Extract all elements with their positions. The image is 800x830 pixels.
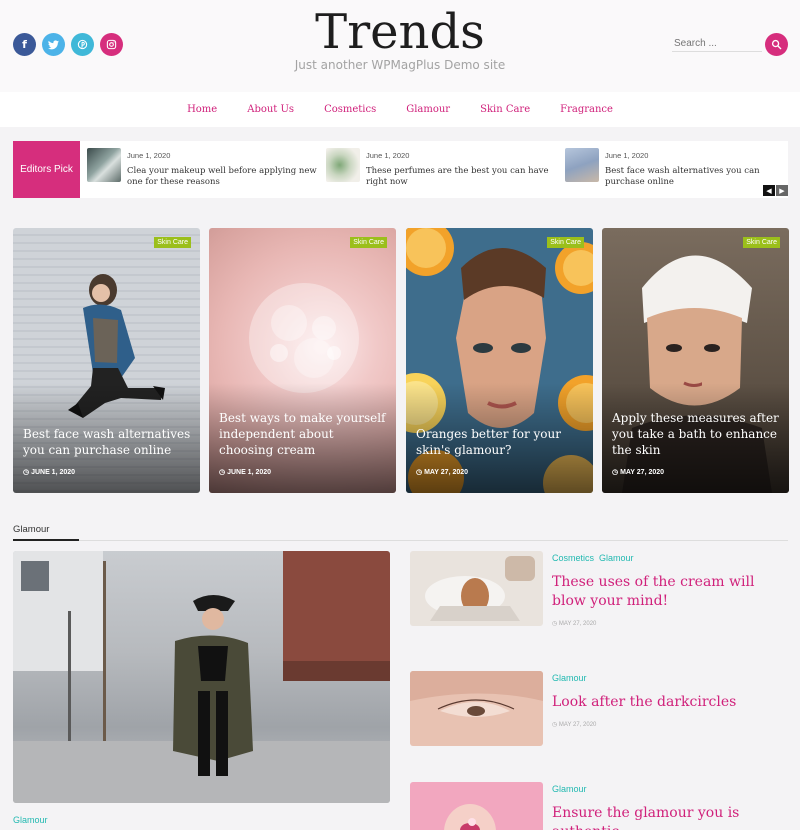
site-tagline: Just another WPMagPlus Demo site (294, 58, 506, 72)
ticker-next-button[interactable]: ▶ (776, 185, 788, 196)
side-post-categories: Cosmetics Glamour (552, 553, 639, 563)
category-badge[interactable]: Skin Care (743, 237, 780, 248)
side-post-image[interactable] (410, 782, 543, 830)
editors-pick-label: Editors Pick (13, 141, 80, 198)
nav-item-home[interactable]: Home (187, 104, 217, 115)
nav-item-cosmetics[interactable]: Cosmetics (324, 104, 376, 115)
side-post-image[interactable] (410, 671, 543, 746)
ticker-thumbnail[interactable] (565, 148, 599, 182)
card-date-text: JUNE 1, 2020 (227, 469, 272, 476)
side-post-date: ◷ MAY 27, 2020 (552, 621, 597, 627)
ticker-date: June 1, 2020 (127, 151, 171, 160)
section-divider (13, 540, 788, 541)
category-link[interactable]: Glamour (552, 784, 587, 794)
site-header: f Trends Just another WPMagPlus Demo sit… (0, 0, 800, 92)
card-title[interactable]: Best face wash alternatives you can purc… (23, 426, 194, 458)
featured-card[interactable]: Skin Care Oranges better for your skin's… (406, 228, 593, 493)
featured-card[interactable]: Skin Care Apply these measures after you… (602, 228, 789, 493)
ticker-thumbnail[interactable] (87, 148, 121, 182)
section-divider-accent (13, 539, 79, 541)
side-post-image[interactable] (410, 551, 543, 626)
card-date-text: MAY 27, 2020 (424, 469, 469, 476)
side-post-date-text: MAY 27, 2020 (558, 621, 597, 627)
ticker-item[interactable]: June 1, 2020 Best face wash alternatives… (565, 148, 785, 192)
card-title[interactable]: Oranges better for your skin's glamour? (416, 426, 587, 458)
category-badge[interactable]: Skin Care (154, 237, 191, 248)
side-post-date-text: MAY 27, 2020 (558, 722, 597, 728)
side-post-title[interactable]: Ensure the glamour you is authentic (552, 804, 788, 830)
featured-card[interactable]: Skin Care Best ways to make yourself ind… (209, 228, 396, 493)
search-input[interactable] (672, 36, 762, 52)
ticker-title[interactable]: Clea your makeup well before applying ne… (127, 166, 322, 188)
ticker-arrows: ◀ ▶ (763, 185, 788, 196)
featured-card[interactable]: Skin Care Best face wash alternatives yo… (13, 228, 200, 493)
ticker-thumbnail[interactable] (326, 148, 360, 182)
category-badge[interactable]: Skin Care (350, 237, 387, 248)
side-post-title[interactable]: Look after the darkcircles (552, 693, 788, 712)
featured-post-category[interactable]: Glamour (13, 815, 48, 825)
ticker-item[interactable]: June 1, 2020 Clea your makeup well befor… (87, 148, 317, 192)
card-date-text: JUNE 1, 2020 (31, 469, 76, 476)
ticker-date: June 1, 2020 (605, 151, 649, 160)
card-title[interactable]: Best ways to make yourself independent a… (219, 410, 390, 458)
ticker-item[interactable]: June 1, 2020 These perfumes are the best… (326, 148, 556, 192)
card-date: ◷ JUNE 1, 2020 (23, 469, 76, 476)
search-button[interactable] (765, 33, 788, 56)
nav-item-glamour[interactable]: Glamour (406, 104, 450, 115)
side-post-date: ◷ MAY 27, 2020 (552, 722, 597, 728)
section-title-glamour: Glamour (13, 524, 50, 535)
nav-item-fragrance[interactable]: Fragrance (560, 104, 613, 115)
card-date: ◷ MAY 27, 2020 (416, 469, 469, 476)
category-link[interactable]: Glamour (552, 673, 587, 683)
editors-pick-ticker: Editors Pick June 1, 2020 Clea your make… (13, 141, 788, 198)
side-post-categories: Glamour (552, 784, 592, 794)
category-link[interactable]: Glamour (599, 553, 634, 563)
card-date: ◷ MAY 27, 2020 (612, 469, 665, 476)
featured-post-image[interactable] (13, 551, 390, 803)
category-badge[interactable]: Skin Care (547, 237, 584, 248)
ticker-date: June 1, 2020 (366, 151, 410, 160)
card-title[interactable]: Apply these measures after you take a ba… (612, 410, 783, 458)
side-post-title[interactable]: These uses of the cream will blow your m… (552, 573, 788, 611)
side-post-categories: Glamour (552, 673, 592, 683)
card-date: ◷ JUNE 1, 2020 (219, 469, 272, 476)
main-nav: Home About Us Cosmetics Glamour Skin Car… (0, 92, 800, 127)
category-link[interactable]: Cosmetics (552, 553, 594, 563)
nav-item-about-us[interactable]: About Us (247, 104, 294, 115)
search-icon (771, 39, 782, 50)
card-date-text: MAY 27, 2020 (620, 469, 665, 476)
ticker-prev-button[interactable]: ◀ (763, 185, 775, 196)
ticker-title[interactable]: These perfumes are the best you can have… (366, 166, 561, 188)
nav-item-skin-care[interactable]: Skin Care (480, 104, 530, 115)
